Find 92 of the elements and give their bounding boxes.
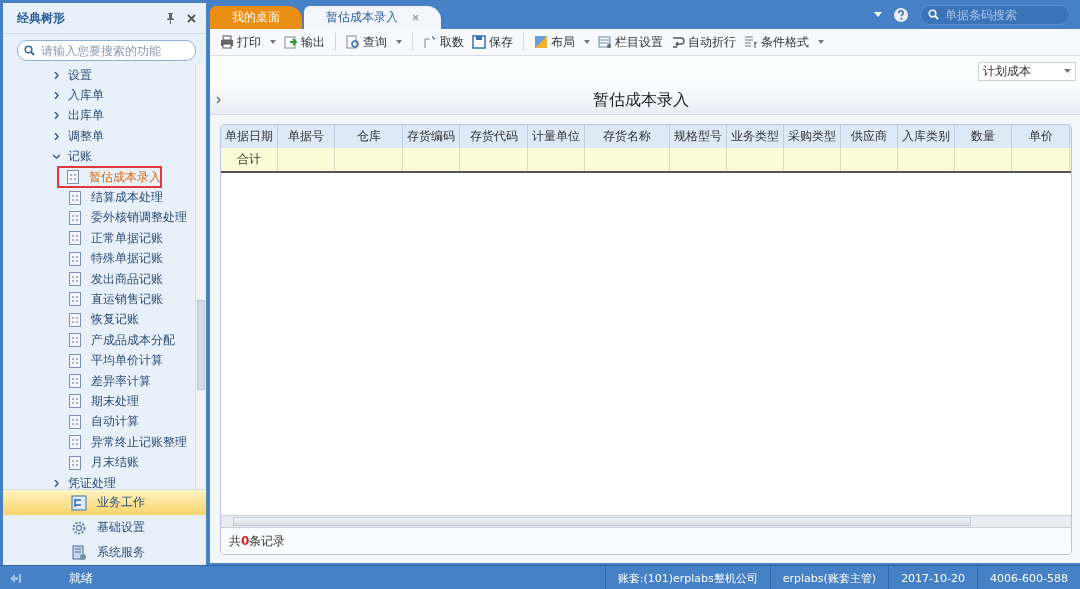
tree-item[interactable]: 结算成本处理	[89, 188, 165, 208]
document-icon	[67, 170, 79, 185]
caret-icon	[818, 40, 824, 44]
toolbar-button[interactable]: 取数	[421, 31, 470, 53]
tree-item[interactable]: 设置	[66, 65, 94, 85]
tree-item[interactable]: 记账	[66, 147, 94, 167]
document-icon	[69, 210, 81, 225]
tree-item[interactable]: 入库单	[66, 86, 106, 106]
search-field[interactable]: 单据条码搜索	[920, 4, 1070, 25]
format-icon	[744, 35, 758, 49]
columns-icon	[598, 35, 612, 49]
tree-item[interactable]: 平均单价计算	[89, 351, 165, 371]
toolbar-button[interactable]: 自动折行	[669, 31, 742, 53]
tree-item[interactable]: 特殊单据记账	[89, 249, 165, 269]
wrap-icon	[671, 35, 685, 49]
tree-item[interactable]: 调整单	[66, 126, 106, 146]
summary-cell: 合计	[221, 148, 278, 171]
save-icon	[472, 35, 486, 49]
toolbar-button[interactable]: 条件格式	[742, 31, 830, 53]
status-cell: 4006-600-588	[977, 566, 1080, 589]
document-icon	[69, 414, 81, 429]
tree-item[interactable]: 发出商品记账	[89, 269, 165, 289]
document-icon	[69, 435, 81, 450]
page-title: 暂估成本录入	[592, 89, 690, 111]
chevron-right-icon[interactable]	[53, 132, 60, 140]
scrollbar[interactable]	[195, 65, 206, 489]
scrollbar[interactable]	[221, 515, 1071, 528]
document-icon	[69, 374, 81, 389]
chevron-right-icon[interactable]	[53, 71, 60, 79]
fetch-icon	[423, 35, 437, 49]
status-cell: erplabs(账套主管)	[769, 566, 889, 589]
status-cell: 2017-10-20	[888, 566, 978, 589]
close-icon[interactable]	[187, 13, 196, 23]
document-icon	[69, 333, 81, 348]
document-icon	[69, 231, 81, 246]
tree-item[interactable]: 差异率计算	[89, 371, 153, 391]
tree-item[interactable]: 自动计算	[89, 412, 141, 432]
search-icon	[24, 45, 35, 56]
help-icon[interactable]	[894, 7, 908, 22]
cost-type-dropdown[interactable]: 计划成本	[978, 61, 1076, 81]
nav-item[interactable]: 业务工作	[3, 490, 206, 515]
document-icon	[69, 272, 81, 287]
tab[interactable]: 暂估成本录入	[304, 6, 441, 29]
status-cell: 账套:(101)erplabs整机公司	[604, 566, 770, 589]
nav-item[interactable]: 系统服务	[3, 540, 206, 565]
document-icon	[69, 251, 81, 266]
document-icon	[69, 353, 81, 368]
tree-item[interactable]: 委外核销调整处理	[89, 208, 189, 228]
toolbar-button[interactable]: 查询	[344, 31, 408, 53]
tree-item[interactable]: 出库单	[66, 106, 106, 126]
tree-item[interactable]: 直运销售记账	[89, 290, 165, 309]
caret-icon[interactable]	[874, 12, 882, 17]
record-count: 共0条记录	[229, 532, 286, 550]
caret-icon	[396, 40, 402, 44]
chevron-right-icon[interactable]	[53, 112, 60, 120]
panel-title: 经典树形	[17, 9, 66, 27]
server-icon	[71, 544, 87, 561]
tree-item[interactable]: 恢复记账	[89, 310, 141, 330]
toolbar-button[interactable]: 打印	[218, 31, 282, 53]
status-text: 就绪	[69, 570, 93, 585]
caret-icon	[1064, 69, 1071, 73]
chevron-right-icon[interactable]	[216, 96, 222, 104]
workflow-icon	[71, 494, 87, 511]
chevron-right-icon[interactable]	[53, 92, 60, 100]
printer-icon	[220, 35, 234, 49]
chevron-right-icon[interactable]	[53, 479, 60, 487]
caret-icon	[584, 40, 590, 44]
tree-item[interactable]: 正常单据记账	[89, 228, 165, 248]
nav-item[interactable]: 基础设置	[3, 515, 206, 540]
layout-icon	[534, 35, 548, 49]
document-icon	[69, 312, 81, 327]
document-icon	[69, 292, 81, 307]
caret-icon	[270, 40, 276, 44]
tree-item[interactable]: 期末处理	[89, 391, 141, 411]
document-icon	[69, 190, 81, 205]
tree-item[interactable]: 异常终止记账整理	[89, 432, 189, 452]
toolbar-button[interactable]: 保存	[470, 31, 519, 53]
gear-icon	[71, 519, 87, 536]
tree-item[interactable]: 月末结账	[89, 453, 141, 473]
pin-icon[interactable]	[166, 12, 175, 24]
document-icon	[69, 455, 81, 470]
query-icon	[346, 35, 360, 49]
tree-item[interactable]: 产成品成本分配	[89, 330, 177, 350]
document-icon	[69, 394, 81, 409]
search-field[interactable]: 请输入您要搜索的功能	[17, 40, 196, 61]
chevron-down-icon[interactable]	[53, 153, 60, 161]
toolbar-button[interactable]: 栏目设置	[596, 31, 669, 53]
toolbar-button[interactable]: 布局	[532, 31, 596, 53]
toolbar-button[interactable]: 输出	[282, 31, 331, 53]
export-icon	[284, 35, 298, 49]
tree-item[interactable]: 凭证处理	[66, 473, 118, 489]
search-icon	[928, 9, 939, 20]
